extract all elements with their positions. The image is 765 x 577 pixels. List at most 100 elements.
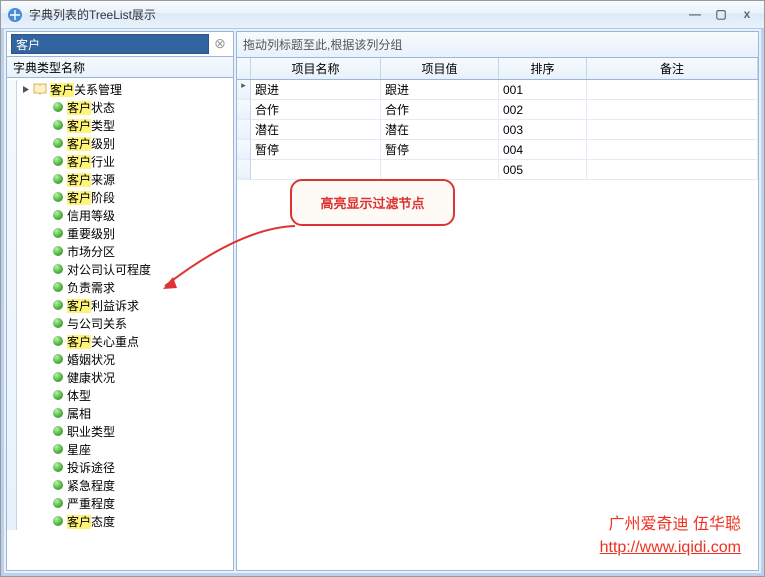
annotation-callout: 高亮显示过滤节点: [290, 179, 455, 226]
row-indicator: [237, 160, 251, 180]
cell-sort: 003: [499, 120, 587, 140]
bullet-icon: [53, 120, 63, 130]
tree-node[interactable]: 客户关心重点: [17, 332, 233, 350]
tree-node[interactable]: 负责需求: [17, 278, 233, 296]
cell-sort: 001: [499, 80, 587, 100]
grid-body: ▸跟进跟进001合作合作002潜在潜在003暂停暂停004005: [237, 80, 758, 570]
node-label: 客户来源: [67, 171, 115, 188]
cell-value: 潜在: [381, 120, 499, 140]
cell-value: 合作: [381, 100, 499, 120]
tree-node[interactable]: 客户来源: [17, 170, 233, 188]
titlebar: 字典列表的TreeList展示 — ▢ x: [1, 1, 764, 29]
bullet-icon: [53, 156, 63, 166]
node-label: 与公司关系: [67, 315, 127, 332]
tree-node[interactable]: 投诉途径: [17, 458, 233, 476]
tree-node[interactable]: 客户态度: [17, 512, 233, 530]
node-label: 健康状况: [67, 369, 115, 386]
tree-node[interactable]: 对公司认可程度: [17, 260, 233, 278]
cell-remark: [587, 80, 758, 100]
tree-node[interactable]: 客户级别: [17, 134, 233, 152]
bullet-icon: [53, 138, 63, 148]
bullet-icon: [53, 210, 63, 220]
tree-node[interactable]: 市场分区: [17, 242, 233, 260]
tree-node[interactable]: 婚姻状况: [17, 350, 233, 368]
tree-column-header[interactable]: 字典类型名称: [7, 56, 233, 78]
node-label: 客户类型: [67, 117, 115, 134]
bullet-icon: [53, 444, 63, 454]
bullet-icon: [53, 228, 63, 238]
node-label: 客户行业: [67, 153, 115, 170]
tree-root-node[interactable]: 客户关系管理: [17, 80, 233, 98]
node-label: 婚姻状况: [67, 351, 115, 368]
column-header-sort[interactable]: 排序: [499, 58, 587, 79]
tree-node[interactable]: 客户行业: [17, 152, 233, 170]
row-indicator: [237, 140, 251, 160]
table-row[interactable]: 005: [237, 160, 758, 180]
grid-panel: 拖动列标题至此,根据该列分组 项目名称 项目值 排序 备注 ▸跟进跟进001合作…: [236, 31, 759, 571]
tree-node[interactable]: 健康状况: [17, 368, 233, 386]
window-title: 字典列表的TreeList展示: [29, 6, 680, 23]
node-label: 客户阶段: [67, 189, 115, 206]
tree-node[interactable]: 体型: [17, 386, 233, 404]
cell-sort: 005: [499, 160, 587, 180]
bullet-icon: [53, 498, 63, 508]
app-window: 字典列表的TreeList展示 — ▢ x ⊗ 字典类型名称 客户关系管理客户状…: [0, 0, 765, 577]
column-header-value[interactable]: 项目值: [381, 58, 499, 79]
node-label: 客户关心重点: [67, 333, 139, 350]
tree-node[interactable]: 客户阶段: [17, 188, 233, 206]
tree-node[interactable]: 星座: [17, 440, 233, 458]
search-input[interactable]: [11, 34, 209, 54]
tree-node[interactable]: 与公司关系: [17, 314, 233, 332]
bullet-icon: [53, 354, 63, 364]
tree-node[interactable]: 紧急程度: [17, 476, 233, 494]
group-by-bar[interactable]: 拖动列标题至此,根据该列分组: [237, 32, 758, 58]
node-label: 客户级别: [67, 135, 115, 152]
tree-node[interactable]: 属相: [17, 404, 233, 422]
table-row[interactable]: 潜在潜在003: [237, 120, 758, 140]
bullet-icon: [53, 480, 63, 490]
row-indicator-header: [237, 58, 251, 79]
node-label: 体型: [67, 387, 91, 404]
content-area: ⊗ 字典类型名称 客户关系管理客户状态客户类型客户级别客户行业客户来源客户阶段信…: [1, 29, 764, 576]
cell-remark: [587, 100, 758, 120]
row-indicator: ▸: [237, 80, 251, 100]
maximize-button[interactable]: ▢: [710, 7, 732, 23]
node-label: 紧急程度: [67, 477, 115, 494]
tree-node[interactable]: 职业类型: [17, 422, 233, 440]
table-row[interactable]: 合作合作002: [237, 100, 758, 120]
expand-icon[interactable]: [21, 84, 31, 94]
close-button[interactable]: x: [736, 7, 758, 23]
node-label: 投诉途径: [67, 459, 115, 476]
node-label: 重要级别: [67, 225, 115, 242]
cell-value: 暂停: [381, 140, 499, 160]
cell-value: 跟进: [381, 80, 499, 100]
cell-remark: [587, 120, 758, 140]
tree-node[interactable]: 客户状态: [17, 98, 233, 116]
bullet-icon: [53, 426, 63, 436]
node-label: 严重程度: [67, 495, 115, 512]
tree-node[interactable]: 信用等级: [17, 206, 233, 224]
bullet-icon: [53, 246, 63, 256]
column-header-name[interactable]: 项目名称: [251, 58, 381, 79]
tree-node[interactable]: 重要级别: [17, 224, 233, 242]
bullet-icon: [53, 174, 63, 184]
tree-node[interactable]: 严重程度: [17, 494, 233, 512]
bullet-icon: [53, 102, 63, 112]
cell-name: 合作: [251, 100, 381, 120]
node-label: 客户态度: [67, 513, 115, 530]
table-row[interactable]: ▸跟进跟进001: [237, 80, 758, 100]
node-label: 属相: [67, 405, 91, 422]
clear-search-icon[interactable]: ⊗: [211, 35, 229, 53]
tree-node[interactable]: 客户类型: [17, 116, 233, 134]
node-label: 客户关系管理: [50, 81, 122, 98]
minimize-button[interactable]: —: [684, 7, 706, 23]
bullet-icon: [53, 264, 63, 274]
watermark: 广州爱奇迪 伍华聪 http://www.iqidi.com: [600, 514, 741, 559]
app-icon: [7, 7, 23, 23]
tree-node[interactable]: 客户利益诉求: [17, 296, 233, 314]
table-row[interactable]: 暂停暂停004: [237, 140, 758, 160]
column-header-remark[interactable]: 备注: [587, 58, 758, 79]
node-label: 对公司认可程度: [67, 261, 151, 278]
watermark-link[interactable]: http://www.iqidi.com: [600, 539, 741, 556]
node-label: 星座: [67, 441, 91, 458]
